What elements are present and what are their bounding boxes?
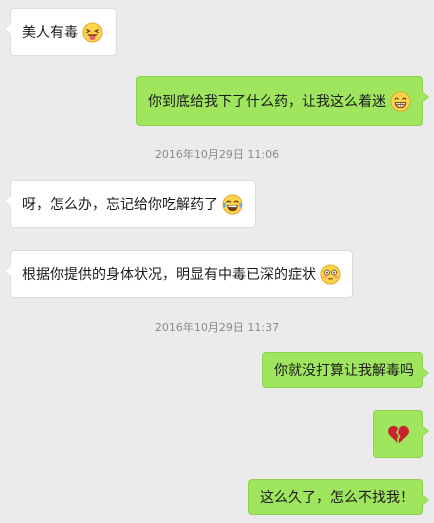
message-bubble-incoming[interactable]: 美人有毒 — [4, 8, 117, 56]
message-text: 呀，怎么办，忘记给你吃解药了 — [22, 197, 218, 213]
message-bubble-outgoing[interactable]: 这么久了，怎么不找我！ — [248, 479, 429, 515]
message-timestamp: 2016年10月29日 11:37 — [154, 321, 280, 334]
message-text: 美人有毒 — [22, 25, 78, 41]
grin-emoji-icon — [390, 90, 411, 112]
message-text: 根据你提供的身体状况，明显有中毒已深的症状 — [22, 267, 316, 283]
broken-heart-icon — [387, 425, 409, 443]
message-text: 你到底给我下了什么药，让我这么着迷 — [148, 94, 386, 110]
message-text: 这么久了，怎么不找我！ — [260, 490, 414, 506]
message-bubble-incoming[interactable]: 呀，怎么办，忘记给你吃解药了 — [4, 180, 256, 228]
tears-of-joy-emoji-icon — [222, 193, 243, 215]
message-bubble-outgoing[interactable]: 你到底给我下了什么药，让我这么着迷 — [136, 76, 429, 126]
message-bubble-incoming[interactable]: 根据你提供的身体状况，明显有中毒已深的症状 — [4, 250, 353, 298]
message-bubble-outgoing[interactable]: 你就没打算让我解毒吗 — [262, 352, 429, 388]
message-text: 你就没打算让我解毒吗 — [274, 363, 414, 379]
message-bubble-outgoing[interactable] — [373, 410, 429, 458]
tongue-out-emoji-icon — [82, 21, 103, 43]
message-timestamp: 2016年10月29日 11:06 — [154, 148, 280, 161]
flushed-emoji-icon — [320, 263, 341, 285]
